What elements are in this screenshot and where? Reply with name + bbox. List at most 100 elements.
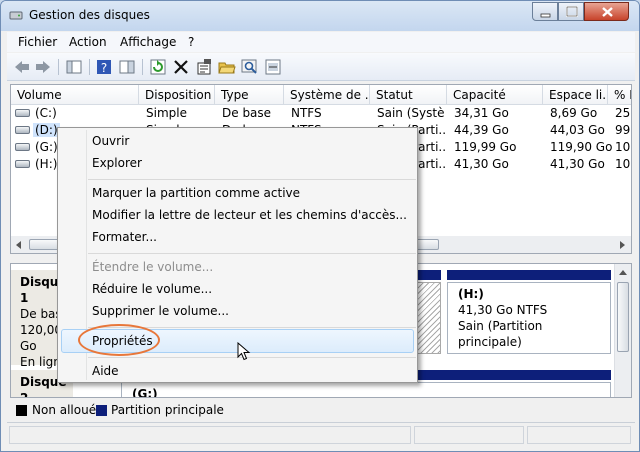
cell-filesystem: NTFS [291,106,322,120]
cell-capacity: 34,31 Go [454,106,509,120]
menu-fichier[interactable]: Fichier [18,35,57,49]
cell-percent-free: 100 [615,140,631,154]
menu-item-shrink-volume[interactable]: Réduire le volume... [92,282,212,296]
legend-unallocated: Non alloué [32,403,97,417]
title-bar[interactable]: Gestion des disques [1,1,639,31]
help-icon[interactable]: ? [95,58,113,76]
scroll-left-icon[interactable] [14,240,24,250]
partition-h-name: (H:) [458,287,484,301]
selected-partition-block[interactable] [417,282,441,354]
partition-bar [447,270,611,280]
column-header-status[interactable]: Statut [370,85,447,105]
menu-help[interactable]: ? [188,35,194,49]
vertical-scroll-thumb[interactable] [617,282,629,352]
window-title: Gestion des disques [29,8,150,22]
console-tree-icon[interactable] [65,58,83,76]
forward-icon[interactable] [34,58,52,76]
cell-free-space: 8,69 Go [550,106,598,120]
maximize-icon [566,6,578,17]
column-header-capacity[interactable]: Capacité [447,85,543,105]
cell-volume-selected: (D:) [33,123,60,137]
column-header-percent-free[interactable]: % L [608,85,631,105]
scroll-up-icon[interactable] [618,268,628,278]
minimize-icon [540,13,551,18]
menu-item-ouvrir[interactable]: Ouvrir [92,134,129,148]
menu-separator [88,253,416,254]
legend: Non alloué Partition principale [10,400,632,420]
menu-separator [88,357,416,358]
mouse-cursor-icon [237,342,251,361]
column-header-disposition[interactable]: Disposition [139,85,215,105]
partition-h-status: Sain (Partition principale) [458,319,543,349]
drive-icon [15,143,30,151]
menu-item-explorer[interactable]: Explorer [92,156,142,170]
back-icon[interactable] [13,58,31,76]
menu-item-delete-volume[interactable]: Supprimer le volume... [92,304,229,318]
legend-primary-partition: Partition principale [111,403,224,417]
open-folder-icon[interactable] [218,58,236,76]
maximize-button[interactable] [558,2,584,21]
cell-percent-free: 100 [615,157,631,171]
status-bar [7,422,635,446]
cell-volume: (C:) [35,106,57,120]
cell-capacity: 119,99 Go [454,140,517,154]
column-header-free-space[interactable]: Espace li... [543,85,608,105]
delete-icon[interactable] [172,58,190,76]
primary-partition-swatch [96,405,107,416]
toolbar-separator [142,59,143,75]
column-header-filesystem[interactable]: Système de ... [284,85,370,105]
menu-item-extend-volume: Étendre le volume... [92,260,214,274]
settings-icon[interactable] [264,58,282,76]
partition-bar [417,270,441,280]
partition-h-size: 41,30 Go NTFS [458,303,548,317]
scroll-right-icon[interactable] [617,240,627,250]
status-panel [527,426,631,444]
status-panel [414,426,524,444]
status-panel [9,426,411,444]
cell-free-space: 119,90 Go [550,140,613,154]
menu-item-change-drive-letter[interactable]: Modifier la lettre de lecteur et les che… [92,208,407,222]
unallocated-swatch [16,405,27,416]
minimize-button[interactable] [532,2,558,21]
table-row[interactable]: (C:) Simple De base NTFS Sain (Systè... … [11,105,631,122]
partition-g-name: (G:) [132,387,158,398]
menu-item-format[interactable]: Formater... [92,230,157,244]
svg-text:?: ? [101,61,107,75]
vertical-scrollbar[interactable] [614,264,631,397]
menu-item-help[interactable]: Aide [92,364,119,378]
properties-icon[interactable] [195,58,213,76]
disk-management-icon [9,11,23,20]
cell-capacity: 41,30 Go [454,157,509,171]
menu-separator [88,179,416,180]
cell-volume: (H:) [35,157,58,171]
partition-h-block[interactable]: (H:) 41,30 Go NTFS Sain (Partition princ… [447,282,611,354]
cell-volume: (G:) [35,140,58,154]
cell-disposition: Simple [146,106,187,120]
column-header-volume[interactable]: Volume [11,85,139,105]
close-button[interactable] [584,2,629,21]
menu-action[interactable]: Action [69,35,107,49]
cell-percent-free: 99 [615,123,631,137]
toolbar-separator [58,59,59,75]
drive-icon [15,160,30,168]
menu-affichage[interactable]: Affichage [120,35,176,49]
cell-status: Sain (Systè... [377,106,445,120]
drive-icon [15,109,30,117]
toolbar: ? [7,53,635,81]
cell-percent-free: 25 [615,106,631,120]
highlight-oval [78,324,160,356]
properties-view-icon[interactable] [118,58,136,76]
cell-type: De base [222,106,272,120]
refresh-icon[interactable] [149,58,167,76]
partition-g-block[interactable]: (G:) [121,382,611,398]
column-header-type[interactable]: Type [215,85,284,105]
cell-capacity: 44,39 Go [454,123,509,137]
cell-free-space: 44,03 Go [550,123,605,137]
menu-bar: Fichier Action Affichage ? [7,32,635,52]
toolbar-separator [89,59,90,75]
search-icon[interactable] [241,58,259,76]
cell-free-space: 41,30 Go [550,157,605,171]
drive-icon [15,126,30,134]
close-icon [602,7,613,17]
menu-item-mark-active[interactable]: Marquer la partition comme active [92,186,300,200]
